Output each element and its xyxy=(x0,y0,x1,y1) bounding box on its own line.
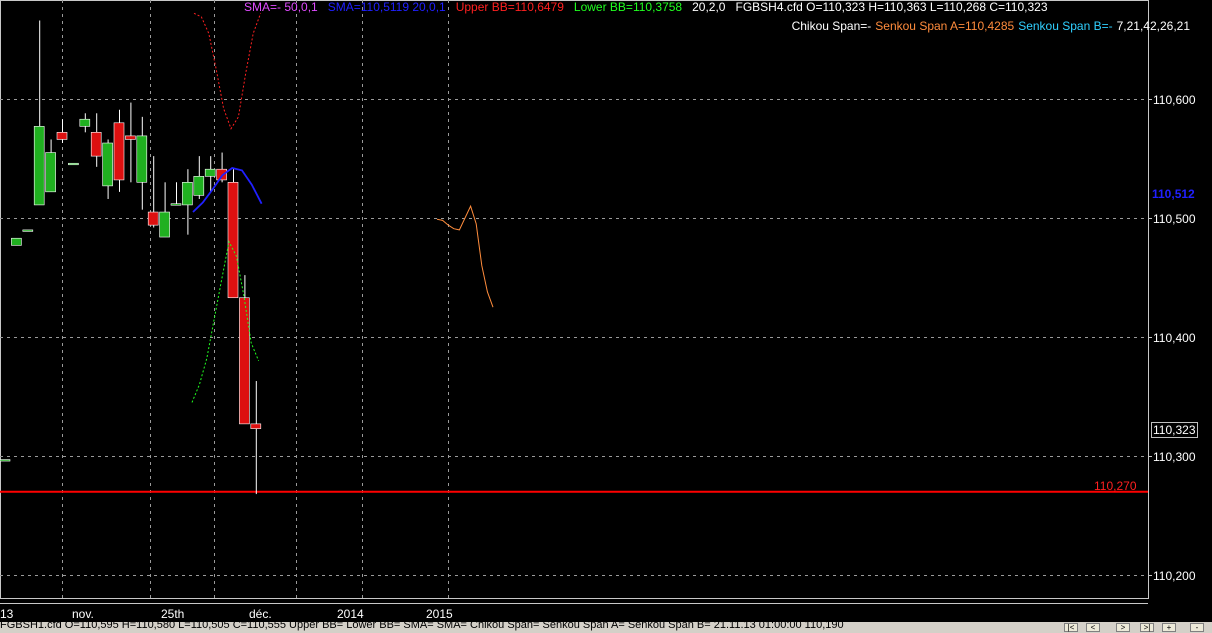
candle-body xyxy=(79,118,91,127)
candle-body xyxy=(193,176,205,196)
candle-body xyxy=(33,126,45,206)
zoom-in-icon[interactable]: + xyxy=(1162,623,1176,632)
support-level-label: 110,270 xyxy=(1094,479,1137,493)
candle-body xyxy=(11,237,22,246)
candle-body xyxy=(250,423,262,429)
legend-entry: 20,2,0 xyxy=(692,0,726,14)
upper-bb-line xyxy=(193,12,262,130)
legend-entry: SMA=110,5119 20,0,1 xyxy=(327,0,446,14)
x-tick-label: 2015 xyxy=(426,607,453,621)
legend-entry: Senkou Span A=110,4285 xyxy=(875,19,1015,33)
candle-body xyxy=(227,182,239,299)
status-bar: FGBSH1.cfd O=110,595 H=110,580 L=110,505… xyxy=(0,622,1212,633)
y-tick-label: 110,600 xyxy=(1153,93,1196,107)
candle-body xyxy=(102,142,113,187)
x-tick-label: 25th xyxy=(161,607,185,621)
candle-body xyxy=(45,152,56,193)
x-tick-label: nov. xyxy=(72,607,94,621)
senkou-span-a-line xyxy=(436,204,494,308)
sma20-price-tag: 110,512 xyxy=(1152,187,1195,201)
candle-body xyxy=(125,135,136,140)
zoom-out-icon[interactable]: - xyxy=(1190,623,1204,632)
candle-body xyxy=(90,132,102,157)
scroll-right-icon[interactable]: > xyxy=(1116,623,1130,632)
legend-entry: Upper BB=110,6479 xyxy=(455,0,564,14)
legend-entry: 7,21,42,26,21 xyxy=(1116,19,1190,33)
candle-body xyxy=(136,135,148,183)
y-tick-label: 110,300 xyxy=(1153,450,1196,464)
y-tick-label: 110,500 xyxy=(1153,212,1196,226)
legend-entry: Lower BB=110,3758 xyxy=(573,0,683,14)
candle-body xyxy=(0,459,11,462)
candle-body xyxy=(159,211,170,238)
y-tick-label: 110,400 xyxy=(1153,331,1196,345)
legend-entry: FGBSH4.cfd O=110,323 H=110,363 L=110,268… xyxy=(735,0,1048,14)
status-bar-text: FGBSH1.cfd O=110,595 H=110,580 L=110,505… xyxy=(0,622,844,631)
current-price-tag: 110,323 xyxy=(1151,422,1198,438)
candle-body xyxy=(68,162,79,166)
y-tick-label: 110,200 xyxy=(1153,569,1196,583)
scroll-left-icon[interactable]: < xyxy=(1086,623,1100,632)
candle-body xyxy=(170,203,182,206)
candle-body xyxy=(113,122,125,181)
indicator-legend-line1: SMA=- 50,0,1 SMA=110,5119 20,0,1 Upper BB=… xyxy=(244,0,1058,14)
price-chart[interactable] xyxy=(0,0,1212,622)
legend-entry: Senkou Span B=- xyxy=(1018,19,1113,33)
x-tick-label: 13 xyxy=(0,607,14,621)
indicator-legend-line2: Chikou Span=- Senkou Span A=110,4285 Senko… xyxy=(792,19,1194,33)
candle-body xyxy=(216,168,227,181)
legend-entry: Chikou Span=- xyxy=(791,19,872,33)
candle-body xyxy=(204,168,216,177)
legend-entry: SMA=- 50,0,1 xyxy=(244,0,318,14)
x-tick-label: déc. xyxy=(249,607,272,621)
plot-frame xyxy=(0,0,1149,599)
candle-body xyxy=(56,132,68,140)
candle-body xyxy=(147,211,159,226)
scroll-first-icon[interactable]: |< xyxy=(1064,623,1078,632)
candle-body xyxy=(239,297,250,425)
x-tick-label: 2014 xyxy=(337,607,364,621)
scroll-last-icon[interactable]: >| xyxy=(1140,623,1154,632)
candle-body xyxy=(22,229,34,232)
candle-body xyxy=(182,182,193,206)
